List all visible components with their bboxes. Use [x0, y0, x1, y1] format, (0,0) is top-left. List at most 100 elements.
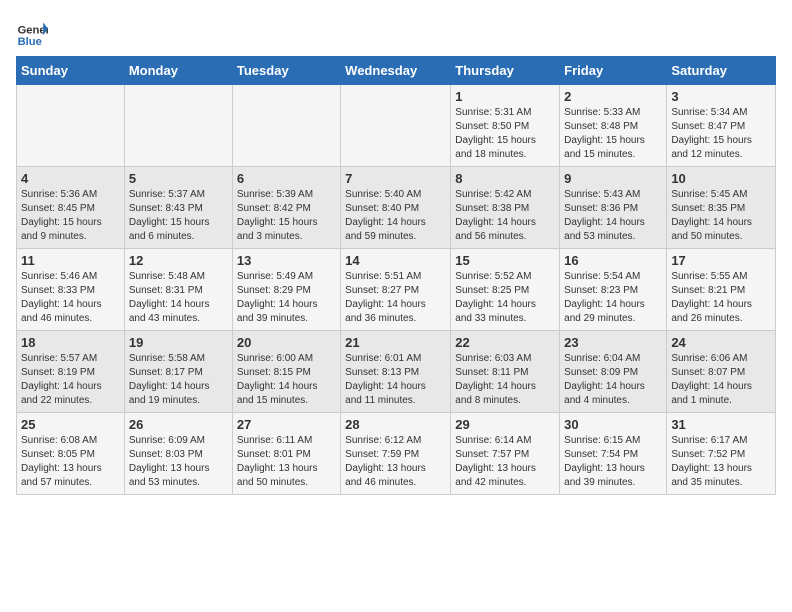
calendar-cell: 16 Sunrise: 5:54 AM Sunset: 8:23 PM Dayli… [560, 249, 667, 331]
calendar-cell: 21 Sunrise: 6:01 AM Sunset: 8:13 PM Dayli… [341, 331, 451, 413]
day-info: Sunrise: 5:42 AM Sunset: 8:38 PM Dayligh… [455, 188, 555, 244]
calendar-week-2: 4 Sunrise: 5:36 AM Sunset: 8:45 PM Daylig… [17, 167, 776, 249]
day-number: 25 [21, 417, 120, 432]
day-info: Sunrise: 5:40 AM Sunset: 8:40 PM Dayligh… [345, 188, 446, 244]
calendar-cell: 3 Sunrise: 5:34 AM Sunset: 8:47 PM Daylig… [667, 85, 776, 167]
calendar-cell [17, 85, 125, 167]
day-number: 17 [671, 253, 771, 268]
day-number: 3 [671, 89, 771, 104]
day-header-tuesday: Tuesday [232, 57, 340, 85]
day-info: Sunrise: 5:45 AM Sunset: 8:35 PM Dayligh… [671, 188, 771, 244]
calendar-table: SundayMondayTuesdayWednesdayThursdayFrid… [16, 56, 776, 495]
day-number: 2 [564, 89, 662, 104]
calendar-header-row: SundayMondayTuesdayWednesdayThursdayFrid… [17, 57, 776, 85]
calendar-cell: 31 Sunrise: 6:17 AM Sunset: 7:52 PM Dayli… [667, 413, 776, 495]
day-number: 18 [21, 335, 120, 350]
day-info: Sunrise: 5:39 AM Sunset: 8:42 PM Dayligh… [237, 188, 336, 244]
calendar-cell: 26 Sunrise: 6:09 AM Sunset: 8:03 PM Dayli… [124, 413, 232, 495]
day-info: Sunrise: 5:57 AM Sunset: 8:19 PM Dayligh… [21, 352, 120, 408]
calendar-cell: 22 Sunrise: 6:03 AM Sunset: 8:11 PM Dayli… [451, 331, 560, 413]
calendar-cell: 19 Sunrise: 5:58 AM Sunset: 8:17 PM Dayli… [124, 331, 232, 413]
day-info: Sunrise: 6:17 AM Sunset: 7:52 PM Dayligh… [671, 434, 771, 490]
svg-text:Blue: Blue [18, 36, 42, 48]
day-info: Sunrise: 6:11 AM Sunset: 8:01 PM Dayligh… [237, 434, 336, 490]
day-number: 1 [455, 89, 555, 104]
day-info: Sunrise: 5:43 AM Sunset: 8:36 PM Dayligh… [564, 188, 662, 244]
day-number: 8 [455, 171, 555, 186]
day-info: Sunrise: 6:03 AM Sunset: 8:11 PM Dayligh… [455, 352, 555, 408]
calendar-cell: 30 Sunrise: 6:15 AM Sunset: 7:54 PM Dayli… [560, 413, 667, 495]
calendar-cell: 24Sunrise: 6:06 AM Sunset: 8:07 PM Dayli… [667, 331, 776, 413]
day-number: 31 [671, 417, 771, 432]
day-info: Sunrise: 5:37 AM Sunset: 8:43 PM Dayligh… [129, 188, 228, 244]
day-number: 6 [237, 171, 336, 186]
day-info: Sunrise: 6:12 AM Sunset: 7:59 PM Dayligh… [345, 434, 446, 490]
day-number: 15 [455, 253, 555, 268]
logo: General Blue [16, 16, 48, 48]
calendar-week-3: 11 Sunrise: 5:46 AM Sunset: 8:33 PM Dayli… [17, 249, 776, 331]
day-number: 4 [21, 171, 120, 186]
day-info: Sunrise: 5:54 AM Sunset: 8:23 PM Dayligh… [564, 270, 662, 326]
day-info: Sunrise: 5:55 AM Sunset: 8:21 PM Dayligh… [671, 270, 771, 326]
day-number: 16 [564, 253, 662, 268]
day-number: 12 [129, 253, 228, 268]
calendar-cell: 13 Sunrise: 5:49 AM Sunset: 8:29 PM Dayli… [232, 249, 340, 331]
calendar-cell: 4 Sunrise: 5:36 AM Sunset: 8:45 PM Daylig… [17, 167, 125, 249]
calendar-cell: 6 Sunrise: 5:39 AM Sunset: 8:42 PM Daylig… [232, 167, 340, 249]
day-info: Sunrise: 6:04 AM Sunset: 8:09 PM Dayligh… [564, 352, 662, 408]
day-number: 28 [345, 417, 446, 432]
day-info: Sunrise: 6:01 AM Sunset: 8:13 PM Dayligh… [345, 352, 446, 408]
day-header-wednesday: Wednesday [341, 57, 451, 85]
day-info: Sunrise: 5:34 AM Sunset: 8:47 PM Dayligh… [671, 106, 771, 162]
day-number: 22 [455, 335, 555, 350]
calendar-cell: 12Sunrise: 5:48 AM Sunset: 8:31 PM Dayli… [124, 249, 232, 331]
page-header: General Blue [16, 16, 776, 48]
calendar-cell: 23 Sunrise: 6:04 AM Sunset: 8:09 PM Dayli… [560, 331, 667, 413]
day-info: Sunrise: 5:58 AM Sunset: 8:17 PM Dayligh… [129, 352, 228, 408]
day-number: 23 [564, 335, 662, 350]
day-info: Sunrise: 5:49 AM Sunset: 8:29 PM Dayligh… [237, 270, 336, 326]
calendar-body: 1Sunrise: 5:31 AM Sunset: 8:50 PM Daylig… [17, 85, 776, 495]
calendar-cell: 2 Sunrise: 5:33 AM Sunset: 8:48 PM Daylig… [560, 85, 667, 167]
calendar-cell: 5 Sunrise: 5:37 AM Sunset: 8:43 PM Daylig… [124, 167, 232, 249]
calendar-cell: 27Sunrise: 6:11 AM Sunset: 8:01 PM Dayli… [232, 413, 340, 495]
day-number: 19 [129, 335, 228, 350]
day-info: Sunrise: 6:09 AM Sunset: 8:03 PM Dayligh… [129, 434, 228, 490]
day-info: Sunrise: 5:52 AM Sunset: 8:25 PM Dayligh… [455, 270, 555, 326]
day-number: 30 [564, 417, 662, 432]
day-number: 9 [564, 171, 662, 186]
calendar-cell: 1Sunrise: 5:31 AM Sunset: 8:50 PM Daylig… [451, 85, 560, 167]
day-info: Sunrise: 6:15 AM Sunset: 7:54 PM Dayligh… [564, 434, 662, 490]
day-number: 11 [21, 253, 120, 268]
day-number: 5 [129, 171, 228, 186]
calendar-cell: 17 Sunrise: 5:55 AM Sunset: 8:21 PM Dayli… [667, 249, 776, 331]
day-header-sunday: Sunday [17, 57, 125, 85]
calendar-cell: 14Sunrise: 5:51 AM Sunset: 8:27 PM Dayli… [341, 249, 451, 331]
calendar-cell: 29Sunrise: 6:14 AM Sunset: 7:57 PM Dayli… [451, 413, 560, 495]
calendar-cell: 20 Sunrise: 6:00 AM Sunset: 8:15 PM Dayli… [232, 331, 340, 413]
calendar-cell: 10 Sunrise: 5:45 AM Sunset: 8:35 PM Dayli… [667, 167, 776, 249]
day-header-thursday: Thursday [451, 57, 560, 85]
day-header-friday: Friday [560, 57, 667, 85]
day-info: Sunrise: 6:08 AM Sunset: 8:05 PM Dayligh… [21, 434, 120, 490]
day-info: Sunrise: 5:33 AM Sunset: 8:48 PM Dayligh… [564, 106, 662, 162]
calendar-cell: 8 Sunrise: 5:42 AM Sunset: 8:38 PM Daylig… [451, 167, 560, 249]
calendar-cell [232, 85, 340, 167]
calendar-week-4: 18 Sunrise: 5:57 AM Sunset: 8:19 PM Dayli… [17, 331, 776, 413]
day-info: Sunrise: 5:51 AM Sunset: 8:27 PM Dayligh… [345, 270, 446, 326]
day-number: 20 [237, 335, 336, 350]
calendar-week-5: 25 Sunrise: 6:08 AM Sunset: 8:05 PM Dayli… [17, 413, 776, 495]
calendar-cell: 7Sunrise: 5:40 AM Sunset: 8:40 PM Daylig… [341, 167, 451, 249]
day-info: Sunrise: 6:00 AM Sunset: 8:15 PM Dayligh… [237, 352, 336, 408]
day-number: 10 [671, 171, 771, 186]
day-number: 13 [237, 253, 336, 268]
day-number: 26 [129, 417, 228, 432]
calendar-cell [124, 85, 232, 167]
calendar-cell: 25 Sunrise: 6:08 AM Sunset: 8:05 PM Dayli… [17, 413, 125, 495]
day-number: 21 [345, 335, 446, 350]
day-info: Sunrise: 5:36 AM Sunset: 8:45 PM Dayligh… [21, 188, 120, 244]
day-info: Sunrise: 6:14 AM Sunset: 7:57 PM Dayligh… [455, 434, 555, 490]
day-header-monday: Monday [124, 57, 232, 85]
calendar-cell: 15 Sunrise: 5:52 AM Sunset: 8:25 PM Dayli… [451, 249, 560, 331]
day-info: Sunrise: 5:46 AM Sunset: 8:33 PM Dayligh… [21, 270, 120, 326]
